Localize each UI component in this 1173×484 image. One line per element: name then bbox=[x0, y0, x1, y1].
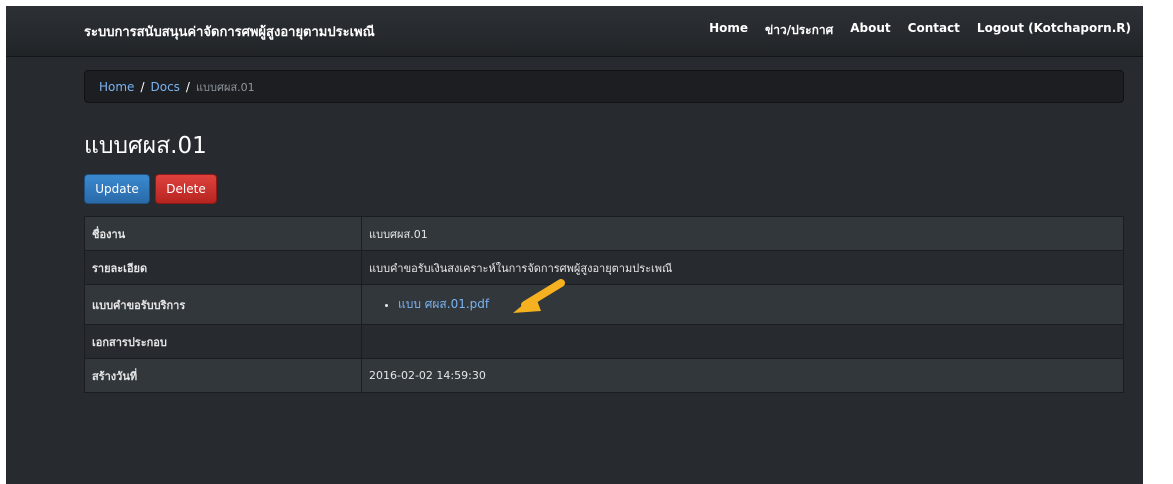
page-title: แบบศผส.01 bbox=[84, 133, 207, 159]
table-row: รายละเอียด แบบคำขอรับเงินสงเคราะห์ในการจ… bbox=[84, 250, 1124, 285]
breadcrumb-separator: / bbox=[185, 79, 190, 94]
row-value bbox=[361, 324, 1124, 359]
table-row: ชื่องาน แบบศผส.01 bbox=[84, 216, 1124, 251]
row-label: เอกสารประกอบ bbox=[84, 324, 362, 359]
row-value: แบบคำขอรับเงินสงเคราะห์ในการจัดการศพผู้ส… bbox=[361, 250, 1124, 285]
breadcrumb-home[interactable]: Home bbox=[99, 80, 134, 94]
table-row: สร้างวันที่ 2016-02-02 14:59:30 bbox=[84, 358, 1124, 393]
row-label: รายละเอียด bbox=[84, 250, 362, 285]
file-link-pdf[interactable]: แบบ ศผส.01.pdf bbox=[398, 297, 489, 311]
breadcrumb-docs[interactable]: Docs bbox=[150, 80, 179, 94]
detail-table: ชื่องาน แบบศผส.01 รายละเอียด แบบคำขอรับเ… bbox=[84, 216, 1124, 393]
nav-item-logout[interactable]: Logout (Kotchaporn.R) bbox=[977, 21, 1131, 40]
nav-item-home[interactable]: Home bbox=[709, 21, 748, 40]
row-label: ชื่องาน bbox=[84, 216, 362, 251]
delete-button[interactable]: Delete bbox=[155, 174, 217, 204]
row-label: สร้างวันที่ bbox=[84, 358, 362, 393]
navbar: ระบบการสนับสนุนค่าจัดการศพผู้สูงอายุตามป… bbox=[6, 6, 1143, 57]
file-list: แบบ ศผส.01.pdf bbox=[369, 295, 1116, 314]
table-row: เอกสารประกอบ bbox=[84, 324, 1124, 359]
bullet-icon: แบบ ศผส.01.pdf bbox=[398, 295, 1116, 314]
nav-item-about[interactable]: About bbox=[850, 21, 890, 40]
app-window: ระบบการสนับสนุนค่าจัดการศพผู้สูงอายุตามป… bbox=[6, 6, 1143, 484]
nav-item-contact[interactable]: Contact bbox=[908, 21, 960, 40]
brand-link[interactable]: ระบบการสนับสนุนค่าจัดการศพผู้สูงอายุตามป… bbox=[84, 21, 375, 42]
arrow-pointer-icon bbox=[513, 279, 565, 313]
nav-menu: Home ข่าว/ประกาศ About Contact Logout (K… bbox=[692, 21, 1131, 40]
update-button[interactable]: Update bbox=[84, 174, 150, 204]
row-value: แบบศผส.01 bbox=[361, 216, 1124, 251]
table-row: แบบคำขอรับบริการ แบบ ศผส.01.pdf bbox=[84, 284, 1124, 325]
row-value-files: แบบ ศผส.01.pdf bbox=[361, 284, 1124, 325]
breadcrumb-separator: / bbox=[140, 79, 145, 94]
row-value: 2016-02-02 14:59:30 bbox=[361, 358, 1124, 393]
breadcrumb-current: แบบศผส.01 bbox=[195, 80, 255, 94]
nav-item-news[interactable]: ข่าว/ประกาศ bbox=[765, 21, 833, 40]
row-label: แบบคำขอรับบริการ bbox=[84, 284, 362, 325]
breadcrumb: Home / Docs / แบบศผส.01 bbox=[84, 70, 1124, 103]
